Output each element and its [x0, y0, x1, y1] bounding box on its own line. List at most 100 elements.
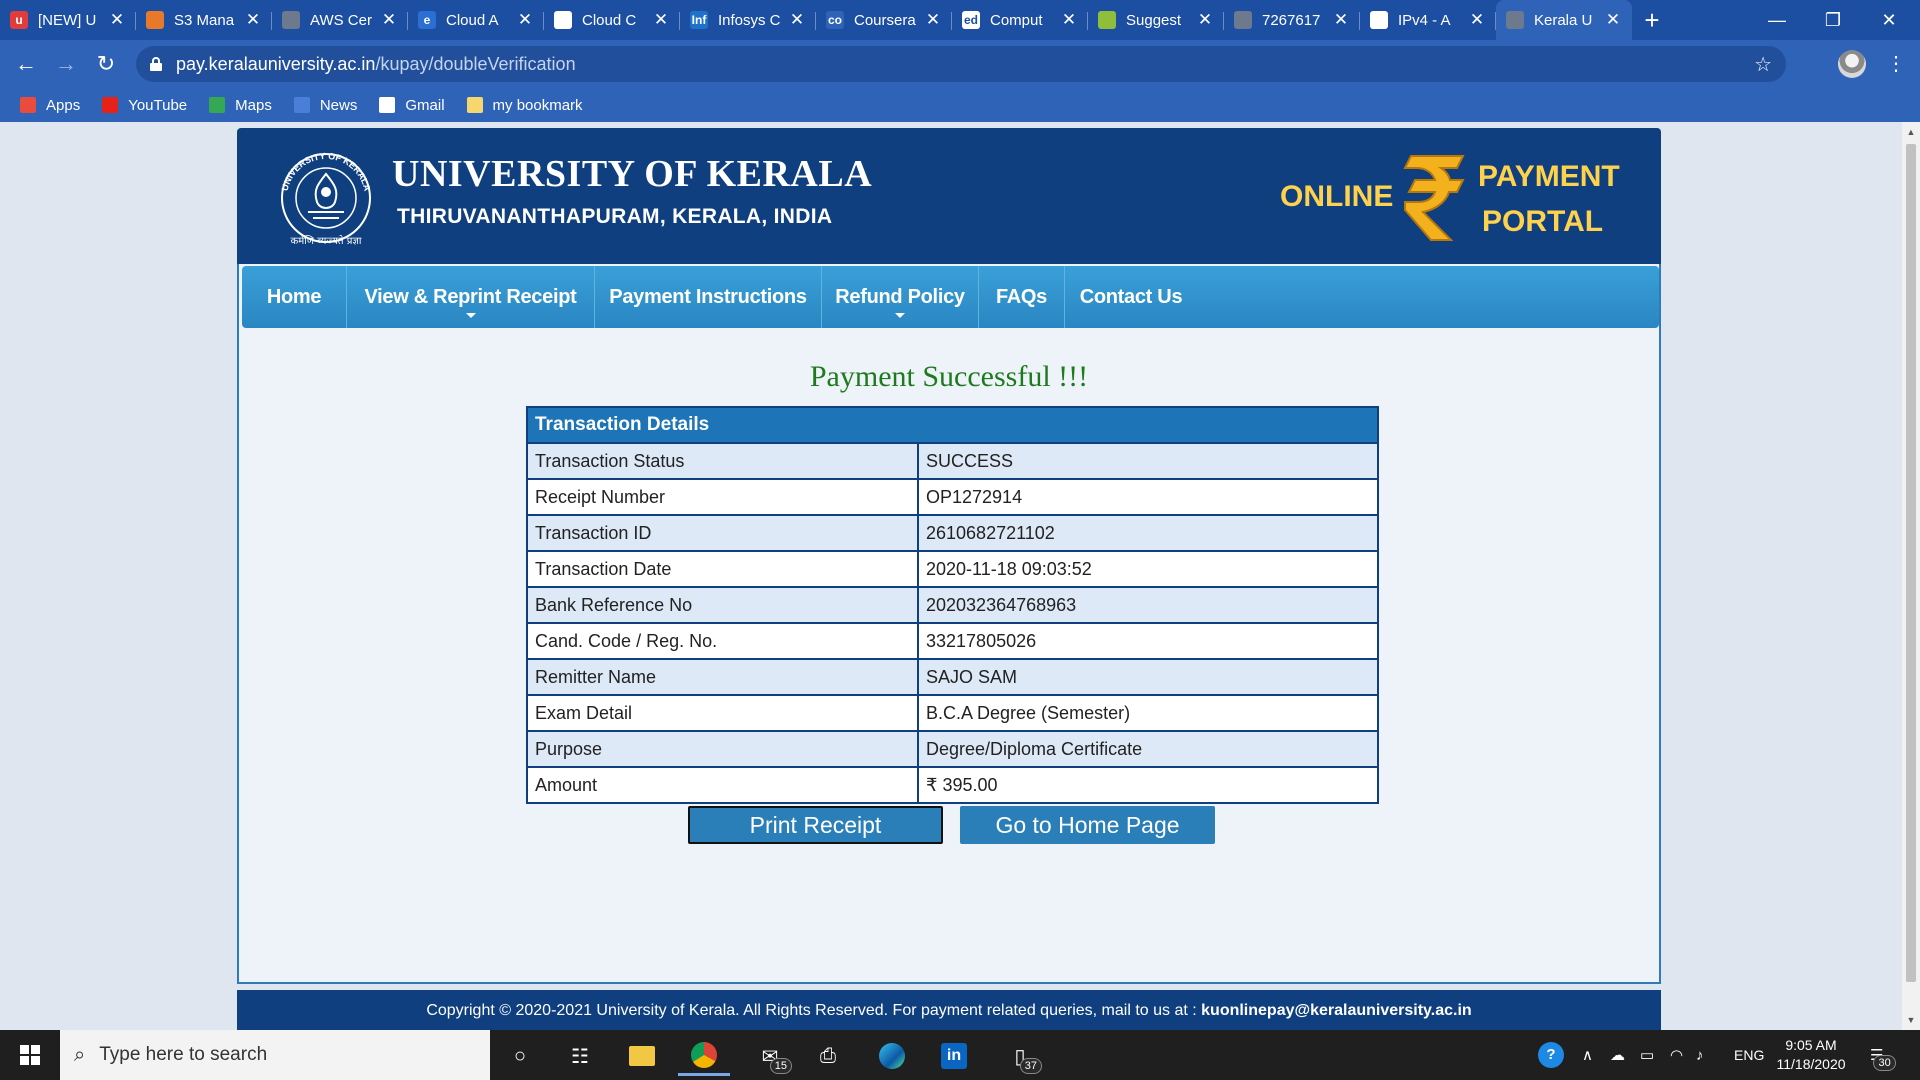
- browser-tab[interactable]: Inf Infosys C ✕: [680, 0, 816, 40]
- table-row: Receipt Number OP1272914: [526, 478, 1379, 516]
- nav-item[interactable]: Refund Policy: [822, 266, 979, 328]
- page-scrollbar[interactable]: ▲ ▼: [1902, 122, 1920, 1030]
- row-label: Transaction Date: [526, 550, 919, 588]
- tab-close-icon[interactable]: ✕: [1604, 10, 1622, 30]
- nav-item[interactable]: FAQs: [979, 266, 1065, 328]
- tab-title: Coursera: [854, 11, 916, 29]
- row-value: OP1272914: [917, 478, 1379, 516]
- url-domain: pay.keralauniversity.ac.in: [176, 53, 376, 74]
- edge-icon[interactable]: [866, 1036, 918, 1076]
- go-home-button[interactable]: Go to Home Page: [960, 806, 1215, 844]
- bookmark-item[interactable]: YouTube: [102, 97, 187, 114]
- row-value: ₹ 395.00: [917, 766, 1379, 804]
- browser-tab[interactable]: Suggest ✕: [1088, 0, 1224, 40]
- nav-item[interactable]: View & Reprint Receipt: [347, 266, 595, 328]
- scroll-up-arrow-icon[interactable]: ▲: [1902, 124, 1920, 140]
- globe-icon: [1506, 11, 1524, 29]
- linkedin-icon[interactable]: in: [928, 1036, 980, 1076]
- tab-close-icon[interactable]: ✕: [652, 10, 670, 30]
- browser-tab[interactable]: AWS Cer ✕: [272, 0, 408, 40]
- browser-tab[interactable]: u [NEW] U ✕: [0, 0, 136, 40]
- table-row: Remitter Name SAJO SAM: [526, 658, 1379, 696]
- tab-close-icon[interactable]: ✕: [108, 10, 126, 30]
- browser-tab[interactable]: ed Comput ✕: [952, 0, 1088, 40]
- tab-close-icon[interactable]: ✕: [788, 10, 806, 30]
- browser-tab[interactable]: co Coursera ✕: [816, 0, 952, 40]
- svg-text:UNIVERSITY OF KERALA: UNIVERSITY OF KERALA: [280, 151, 373, 192]
- show-hidden-icons[interactable]: ∧: [1582, 1030, 1593, 1080]
- browser-menu-icon[interactable]: ⋮: [1886, 50, 1906, 78]
- notifications-icon[interactable]: ☰30: [1870, 1030, 1900, 1080]
- nav-item[interactable]: Contact Us: [1065, 266, 1197, 328]
- print-receipt-button[interactable]: Print Receipt: [688, 806, 943, 844]
- phone-app-icon[interactable]: ▯ 37: [994, 1036, 1046, 1076]
- browser-tab[interactable]: e Cloud A ✕: [408, 0, 544, 40]
- tab-close-icon[interactable]: ✕: [244, 10, 262, 30]
- tab-close-icon[interactable]: ✕: [1468, 10, 1486, 30]
- browser-tab[interactable]: IPv4 - A ✕: [1360, 0, 1496, 40]
- wifi-icon[interactable]: ◠: [1670, 1030, 1683, 1080]
- tab-title: S3 Mana: [174, 11, 235, 29]
- bookmark-item[interactable]: Maps: [209, 97, 272, 114]
- row-value: Degree/Diploma Certificate: [917, 730, 1379, 768]
- nav-item[interactable]: Home: [242, 266, 347, 328]
- table-row: Amount ₹ 395.00: [526, 766, 1379, 804]
- tab-close-icon[interactable]: ✕: [1196, 10, 1214, 30]
- close-window-button[interactable]: ✕: [1866, 0, 1912, 40]
- browser-tab[interactable]: Cloud C ✕: [544, 0, 680, 40]
- tab-close-icon[interactable]: ✕: [380, 10, 398, 30]
- tab-close-icon[interactable]: ✕: [924, 10, 942, 30]
- tab-title: AWS Cer: [310, 11, 372, 29]
- lock-icon: [150, 57, 162, 71]
- help-icon[interactable]: ?: [1538, 1030, 1564, 1080]
- browser-tab[interactable]: Kerala U ✕: [1496, 0, 1632, 40]
- reload-button[interactable]: ↻: [86, 44, 126, 84]
- table-header: Transaction Details: [527, 407, 1378, 443]
- nav-item[interactable]: Payment Instructions: [595, 266, 822, 328]
- chrome-icon[interactable]: [678, 1036, 730, 1076]
- bookmark-item[interactable]: Gmail: [379, 97, 445, 114]
- new-tab-button[interactable]: +: [1632, 0, 1672, 40]
- bookmark-star-icon[interactable]: ☆: [1754, 52, 1772, 77]
- bookmark-item[interactable]: News: [293, 96, 358, 114]
- back-button[interactable]: ←: [6, 44, 46, 84]
- tab-strip: u [NEW] U ✕ S3 Mana ✕ AWS Cer ✕ e Cloud A ✕ Cloud …: [0, 0, 1920, 40]
- tab-title: IPv4 - A: [1398, 11, 1451, 29]
- minimize-button[interactable]: ―: [1754, 0, 1800, 40]
- taskbar-search-input[interactable]: ⌕ Type here to search: [60, 1030, 490, 1080]
- restore-button[interactable]: ❐: [1810, 0, 1856, 40]
- tab-title: 7267617: [1262, 11, 1321, 29]
- payment-success-title: Payment Successful !!!: [809, 360, 1089, 393]
- portal-label: PORTAL: [1482, 205, 1604, 238]
- system-clock[interactable]: 9:05 AM 11/18/2020: [1766, 1036, 1856, 1074]
- onedrive-icon[interactable]: ☁: [1610, 1030, 1625, 1080]
- support-email-link[interactable]: kuonlinepay@keralauniversity.ac.in: [1201, 1002, 1472, 1019]
- windows-taskbar: ⌕ Type here to search ○ ☷ ✉ 15 ⎙ in ▯ 37 ?…: [0, 1030, 1920, 1080]
- volume-icon[interactable]: ♪: [1696, 1030, 1704, 1080]
- forward-button[interactable]: →: [46, 44, 86, 84]
- bookmark-item[interactable]: my bookmark: [466, 97, 583, 114]
- browser-tab[interactable]: 7267617 ✕: [1224, 0, 1360, 40]
- university-location: THIRUVANANTHAPURAM, KERALA, INDIA: [397, 205, 833, 228]
- news-icon: [293, 97, 310, 113]
- printer-app-icon[interactable]: ⎙: [802, 1036, 854, 1076]
- cortana-icon[interactable]: ○: [494, 1036, 546, 1076]
- scroll-down-arrow-icon[interactable]: ▼: [1902, 1012, 1920, 1028]
- bookmark-item[interactable]: Apps: [20, 97, 80, 114]
- battery-icon[interactable]: ▭: [1640, 1030, 1654, 1080]
- tab-close-icon[interactable]: ✕: [1332, 10, 1350, 30]
- task-view-icon[interactable]: ☷: [554, 1036, 606, 1076]
- mail-icon[interactable]: ✉ 15: [744, 1036, 796, 1076]
- maps-icon: [209, 97, 226, 113]
- start-button[interactable]: [0, 1030, 60, 1080]
- scroll-thumb[interactable]: [1906, 144, 1916, 982]
- browser-tab[interactable]: S3 Mana ✕: [136, 0, 272, 40]
- bookmark-label: News: [319, 96, 358, 114]
- address-bar[interactable]: pay.keralauniversity.ac.in/kupay/doubleV…: [136, 46, 1786, 82]
- profile-avatar[interactable]: [1838, 50, 1866, 78]
- file-explorer-icon[interactable]: [616, 1036, 668, 1076]
- tab-close-icon[interactable]: ✕: [516, 10, 534, 30]
- language-indicator[interactable]: ENG: [1734, 1030, 1764, 1080]
- tab-close-icon[interactable]: ✕: [1060, 10, 1078, 30]
- folder-icon: [466, 97, 483, 113]
